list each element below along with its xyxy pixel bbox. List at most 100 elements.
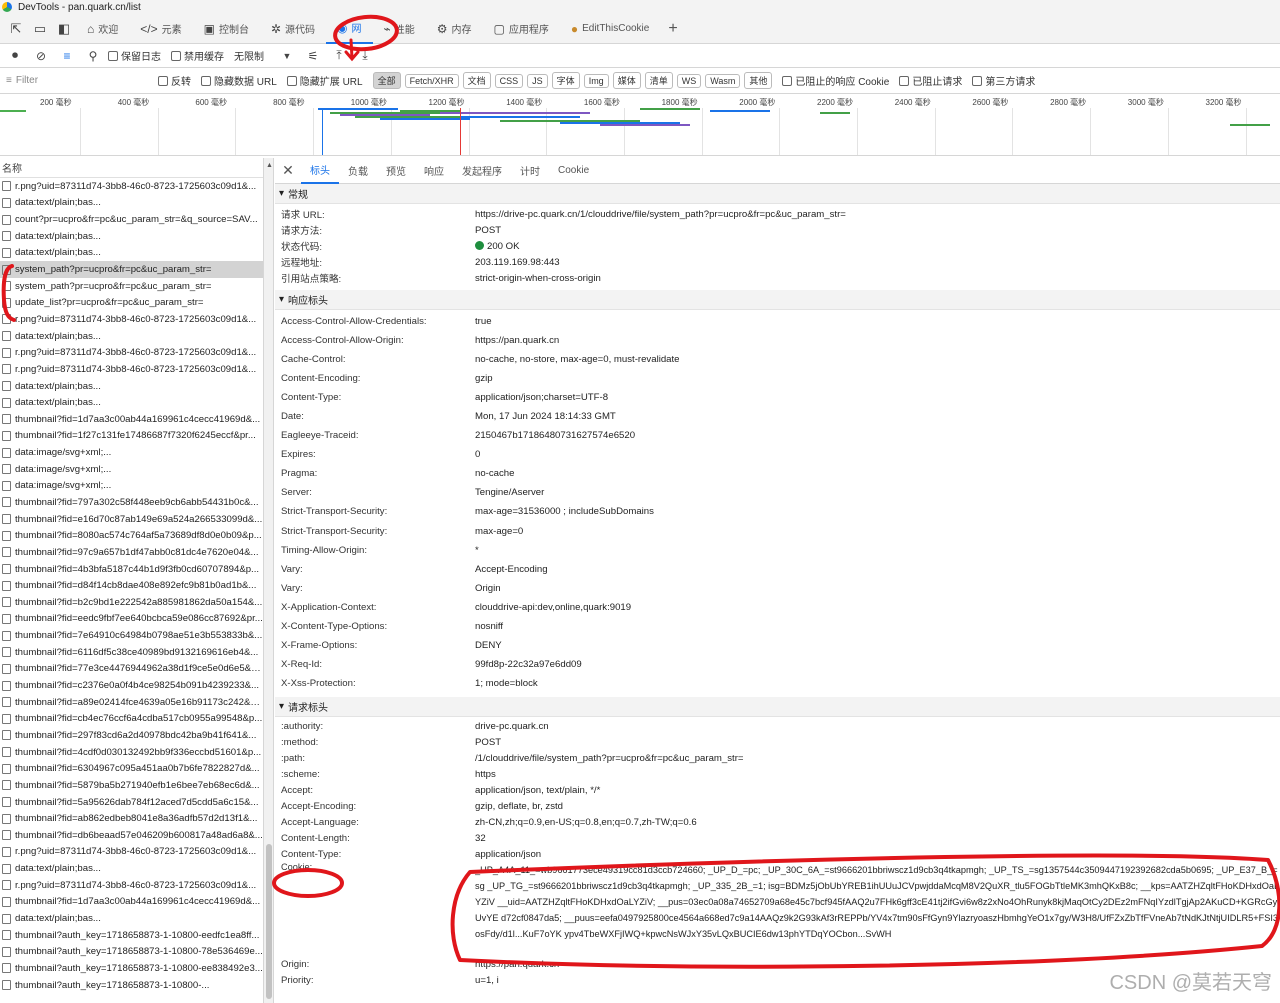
request-row[interactable]: thumbnail?fid=cb4ec76ccf6a4cdba517cb0955… (0, 711, 263, 728)
checkbox-box[interactable] (108, 50, 118, 61)
request-row[interactable]: data:image/svg+xml;... (0, 478, 263, 495)
hide-data-urls-checkbox[interactable]: 隐藏数据 URL (201, 73, 277, 88)
general-section-header[interactable]: ▾ 常规 (275, 184, 1280, 204)
checkbox-box[interactable] (201, 75, 211, 86)
tab-headers[interactable]: 标头 (301, 158, 339, 184)
request-row[interactable]: thumbnail?fid=b2c9bd1e222542a885981862da… (0, 594, 263, 611)
filter-input[interactable]: ≡ Filter (6, 75, 154, 86)
scrollbar-thumb[interactable] (266, 844, 272, 999)
upload-icon[interactable]: ⤒ (328, 45, 350, 67)
tab-console[interactable]: ▣ 控制台 (193, 14, 260, 44)
request-row[interactable]: data:text/plain;bas... (0, 378, 263, 395)
request-row[interactable]: thumbnail?auth_key=1718658873-1-10800-..… (0, 977, 263, 994)
request-headers-section-header[interactable]: ▾ 请求标头 (275, 696, 1280, 717)
request-row[interactable]: thumbnail?fid=eedc9fbf7ee640bcbca59e086c… (0, 611, 263, 628)
response-headers-section-header[interactable]: ▾ 响应标头 (275, 290, 1280, 310)
request-row[interactable]: thumbnail?fid=6304967c095a451aa0b7b6fe78… (0, 760, 263, 777)
request-row[interactable]: thumbnail?fid=e16d70c87ab149e69a524a2665… (0, 511, 263, 528)
tab-elements[interactable]: </> 元素 (129, 14, 192, 44)
close-icon[interactable]: ✕ (275, 162, 301, 179)
request-row[interactable]: thumbnail?fid=c2376e0a0f4b4ce98254b091b4… (0, 677, 263, 694)
tab-response[interactable]: 响应 (415, 158, 453, 184)
download-icon[interactable]: ⤓ (354, 45, 376, 67)
checkbox-box[interactable] (286, 75, 297, 86)
filter-funnel-icon[interactable]: ≡ (56, 45, 78, 67)
request-list-scrollbar[interactable]: ▲ (264, 158, 274, 1003)
request-row[interactable]: thumbnail?fid=6116df5c38ce40989bd9132169… (0, 644, 263, 661)
scroll-up-icon[interactable]: ▲ (266, 162, 273, 169)
request-row[interactable]: thumbnail?fid=5879ba5b271940efb1e6bee7eb… (0, 777, 263, 794)
request-row[interactable]: thumbnail?fid=d84f14cb8dae408e892efc9b81… (0, 577, 263, 594)
request-row[interactable]: thumbnail?fid=ab862edbeb8041e8a36adfb57d… (0, 810, 263, 827)
tab-payload[interactable]: 负载 (339, 158, 377, 184)
request-row[interactable]: data:image/svg+xml;... (0, 461, 263, 478)
request-row[interactable]: data:text/plain;bas... (0, 328, 263, 345)
throttle-select[interactable]: 无限制 (234, 48, 264, 63)
request-row[interactable]: data:text/plain;bas... (0, 195, 263, 212)
request-row[interactable]: thumbnail?fid=77e3ce4476944962a38d1f9ce5… (0, 661, 263, 678)
request-row[interactable]: thumbnail?fid=1f27c131fe17486687f7320f62… (0, 428, 263, 445)
checkbox-box[interactable] (899, 75, 910, 86)
request-row[interactable]: thumbnail?fid=297f83cd6a2d40978bdc42ba9b… (0, 727, 263, 744)
tab-application[interactable]: ▢ 应用程序 (483, 14, 560, 44)
blocked-requests-checkbox[interactable]: 已阻止请求 (899, 73, 962, 88)
tab-initiator[interactable]: 发起程序 (453, 158, 511, 184)
record-icon[interactable]: ⏺ (4, 45, 26, 67)
clear-icon[interactable]: ⊘ (30, 45, 52, 67)
type-filter-ws[interactable]: WS (676, 73, 702, 88)
type-filter-manifest[interactable]: 清单 (644, 72, 673, 89)
tab-cookies[interactable]: Cookie (549, 158, 598, 184)
request-row[interactable]: thumbnail?auth_key=1718658873-1-10800-ee… (0, 960, 263, 977)
type-filter-css[interactable]: CSS (494, 73, 524, 88)
tab-sources[interactable]: ✲ 源代码 (260, 14, 326, 44)
request-row[interactable]: thumbnail?fid=797a302c58f448eeb9cb6abb54… (0, 494, 263, 511)
checkbox-box[interactable] (158, 75, 168, 86)
request-row[interactable]: update_list?pr=ucpro&fr=pc&uc_param_str= (0, 294, 263, 311)
request-row[interactable]: r.png?uid=87311d74-3bb8-46c0-8723-172560… (0, 344, 263, 361)
request-row[interactable]: count?pr=ucpro&fr=pc&uc_param_str=&q_sou… (0, 211, 263, 228)
blocked-cookies-checkbox[interactable]: 已阻止的响应 Cookie (782, 73, 889, 88)
network-conditions-icon[interactable]: ⚟ (302, 45, 324, 67)
request-row[interactable]: data:text/plain;bas... (0, 228, 263, 245)
device-toggle-icon[interactable]: ▭ (28, 17, 52, 41)
request-row[interactable]: thumbnail?fid=7e64910c64984b0798ae51e3b5… (0, 627, 263, 644)
request-row[interactable]: system_path?pr=ucpro&fr=pc&uc_param_str= (0, 261, 263, 278)
request-row[interactable]: thumbnail?fid=97c9a657b1df47abb0c81dc4e7… (0, 544, 263, 561)
request-row[interactable]: data:text/plain;bas... (0, 245, 263, 262)
request-row[interactable]: thumbnail?fid=1d7aa3c00ab44a169961c4cecc… (0, 411, 263, 428)
request-row[interactable]: r.png?uid=87311d74-3bb8-46c0-8723-172560… (0, 361, 263, 378)
request-row[interactable]: thumbnail?fid=1d7aa3c00ab44a169961c4cecc… (0, 894, 263, 911)
checkbox-box[interactable] (171, 50, 181, 61)
inspect-element-icon[interactable]: ⇱ (4, 17, 28, 41)
request-row[interactable]: thumbnail?fid=4b3bfa5187c44b1d9f3fb0cd60… (0, 561, 263, 578)
tab-preview[interactable]: 预览 (377, 158, 415, 184)
request-row[interactable]: system_path?pr=ucpro&fr=pc&uc_param_str= (0, 278, 263, 295)
type-filter-media[interactable]: 媒体 (612, 72, 641, 89)
request-row[interactable]: thumbnail?fid=4cdf0d030132492bb9f336eccb… (0, 744, 263, 761)
type-filter-js[interactable]: JS (527, 73, 548, 88)
request-row[interactable]: thumbnail?auth_key=1718658873-1-10800-ee… (0, 927, 263, 944)
request-row[interactable]: r.png?uid=87311d74-3bb8-46c0-8723-172560… (0, 844, 263, 861)
add-tab-icon[interactable]: + (660, 20, 685, 38)
tab-network[interactable]: ◉ 网 (326, 14, 373, 44)
type-filter-img[interactable]: Img (583, 73, 609, 88)
preserve-log-checkbox[interactable]: 保留日志 (108, 48, 161, 63)
checkbox-box[interactable] (972, 75, 983, 86)
checkbox-box[interactable] (782, 75, 793, 86)
request-row[interactable]: thumbnail?fid=5a95626dab784f12aced7d5cdd… (0, 794, 263, 811)
tab-welcome[interactable]: ⌂ 欢迎 (76, 14, 129, 44)
type-filter-doc[interactable]: 文档 (462, 72, 491, 89)
tab-editthiscookie[interactable]: ● EditThisCookie (560, 14, 661, 44)
chevron-down-icon[interactable]: ▼ (276, 45, 298, 67)
hide-ext-urls-checkbox[interactable]: 隐藏扩展 URL (286, 73, 363, 88)
type-filter-wasm[interactable]: Wasm (705, 73, 741, 88)
request-row[interactable]: data:text/plain;bas... (0, 394, 263, 411)
request-row[interactable]: data:image/svg+xml;... (0, 444, 263, 461)
type-filter-font[interactable]: 字体 (551, 72, 580, 89)
timeline-overview[interactable]: 200 毫秒 400 毫秒 600 毫秒 800 毫秒 1000 毫秒 1200 毫秒 14… (0, 94, 1280, 156)
third-party-checkbox[interactable]: 第三方请求 (972, 73, 1035, 88)
tab-performance[interactable]: ⌁ 性能 (373, 14, 426, 44)
tab-memory[interactable]: ⚙ 内存 (426, 14, 483, 44)
dock-side-icon[interactable]: ◧ (52, 17, 76, 41)
request-row[interactable]: r.png?uid=87311d74-3bb8-46c0-8723-172560… (0, 877, 263, 894)
